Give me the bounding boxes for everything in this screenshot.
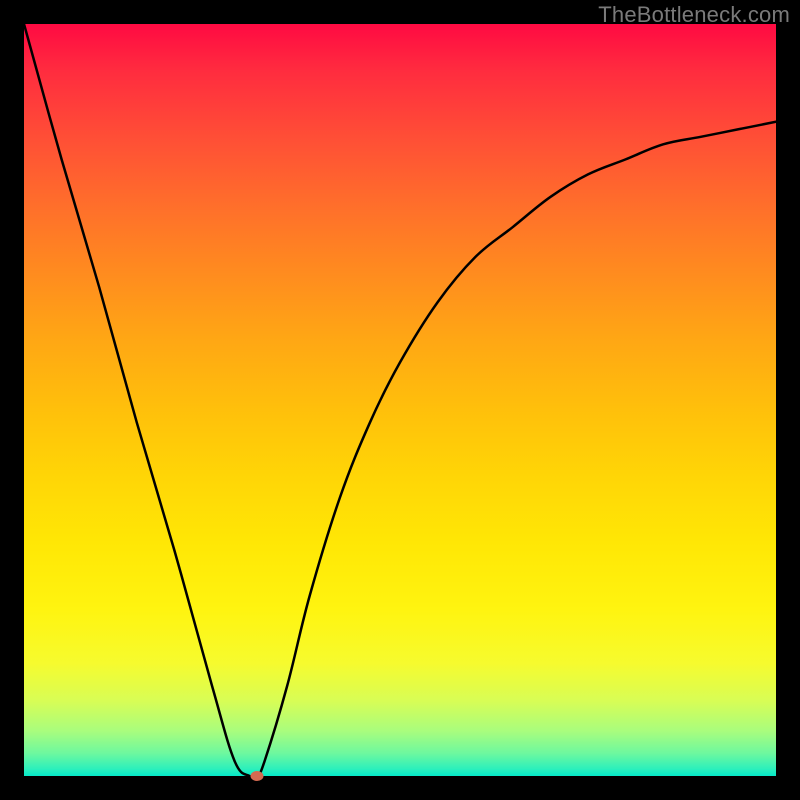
bottleneck-curve: [24, 24, 776, 776]
minimum-marker: [251, 771, 264, 781]
chart-frame: [24, 24, 776, 776]
